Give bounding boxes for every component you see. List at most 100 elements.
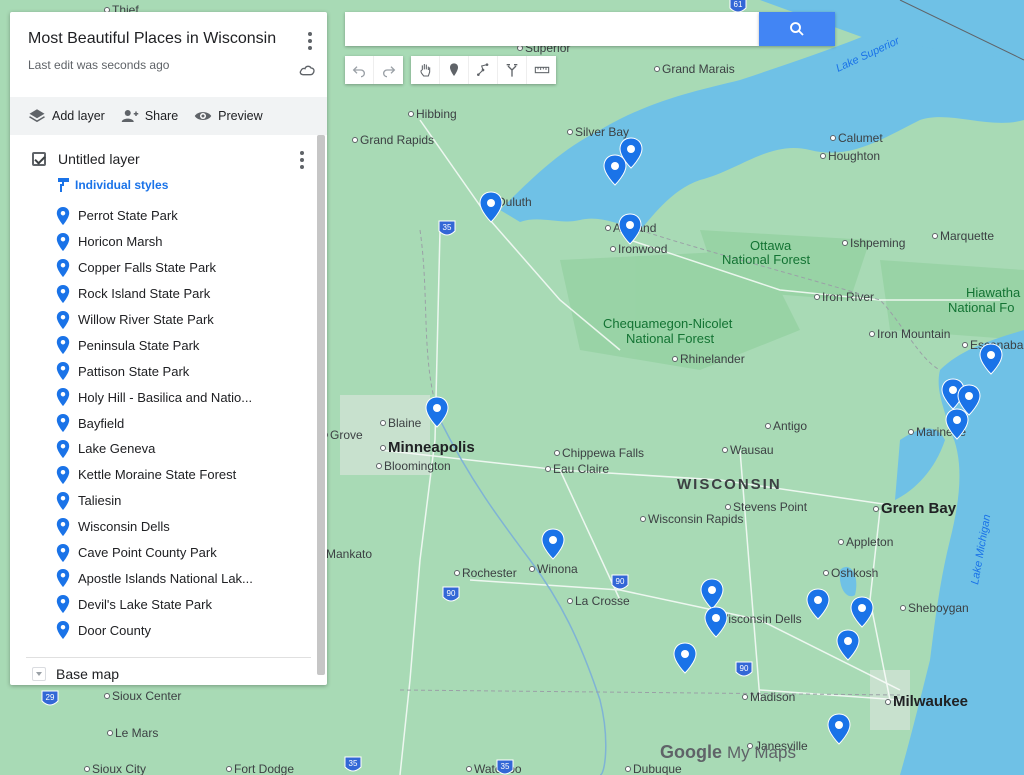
panel-toolbar: Add layer Share Preview: [10, 97, 327, 135]
city-label: Wisconsin Rapids: [648, 512, 743, 526]
place-list-item[interactable]: Taliesin: [10, 488, 327, 514]
map-pin-icon: [56, 439, 70, 458]
city-dot: [885, 699, 891, 705]
highway-shield: 29: [41, 690, 59, 706]
city-dot: [842, 240, 848, 246]
city-label: Houghton: [828, 149, 880, 163]
place-name: Wisconsin Dells: [78, 519, 170, 535]
add-marker-button[interactable]: [440, 56, 469, 84]
base-map-toggle[interactable]: Base map: [10, 658, 327, 682]
map-pin-icon: [56, 621, 70, 640]
city-dot: [554, 450, 560, 456]
city-dot: [725, 504, 731, 510]
place-name: Rock Island State Park: [78, 286, 211, 302]
google-logo: Google: [660, 742, 722, 762]
svg-text:61: 61: [734, 0, 743, 9]
svg-text:90: 90: [740, 664, 749, 673]
individual-styles-link[interactable]: Individual styles: [10, 177, 327, 193]
place-list-item[interactable]: Bayfield: [10, 410, 327, 436]
city-label: Milwaukee: [893, 693, 968, 710]
city-dot: [380, 445, 386, 451]
last-edit-status: Last edit was seconds ago: [28, 58, 170, 72]
city-dot: [104, 693, 110, 699]
city-dot: [605, 225, 611, 231]
city-dot: [567, 598, 573, 604]
place-list-item[interactable]: Door County: [10, 617, 327, 643]
add-layer-label: Add layer: [52, 109, 105, 123]
place-list-item[interactable]: Copper Falls State Park: [10, 255, 327, 281]
place-name: Kettle Moraine State Forest: [78, 467, 237, 483]
directions-button[interactable]: [498, 56, 527, 84]
city-label: Sioux Center: [112, 689, 181, 703]
city-dot: [545, 466, 551, 472]
place-list-item[interactable]: Perrot State Park: [10, 203, 327, 229]
eye-icon: [194, 112, 212, 120]
place-name: Perrot State Park: [78, 208, 178, 224]
city-dot: [610, 246, 616, 252]
undo-button[interactable]: [345, 56, 374, 84]
city-dot: [823, 570, 829, 576]
map-pin-icon: [56, 336, 70, 355]
place-list-item[interactable]: Peninsula State Park: [10, 332, 327, 358]
svg-text:35: 35: [501, 762, 510, 771]
city-label: Mankato: [326, 547, 372, 561]
city-dot: [84, 766, 90, 772]
place-list-item[interactable]: Apostle Islands National Lak...: [10, 565, 327, 591]
place-name: Bayfield: [78, 415, 125, 431]
place-list-item[interactable]: Pattison State Park: [10, 358, 327, 384]
layer-visibility-checkbox[interactable]: [32, 152, 46, 166]
place-list-item[interactable]: Willow River State Park: [10, 307, 327, 333]
city-dot: [838, 539, 844, 545]
draw-line-button[interactable]: [469, 56, 498, 84]
add-layer-button[interactable]: Add layer: [28, 107, 105, 125]
redo-button[interactable]: [374, 56, 403, 84]
city-dot: [529, 566, 535, 572]
city-dot: [107, 730, 113, 736]
city-label: Oshkosh: [831, 566, 878, 580]
preview-label: Preview: [218, 109, 263, 123]
svg-text:35: 35: [443, 223, 452, 232]
city-label: Silver Bay: [575, 125, 629, 139]
search-button[interactable]: [759, 12, 835, 46]
layer-options-icon[interactable]: [299, 151, 305, 169]
place-list-item[interactable]: Wisconsin Dells: [10, 514, 327, 540]
share-label: Share: [144, 109, 179, 123]
svg-text:29: 29: [46, 693, 55, 702]
place-list-item[interactable]: Horicon Marsh: [10, 229, 327, 255]
place-list-item[interactable]: Lake Geneva: [10, 436, 327, 462]
layer-name[interactable]: Untitled layer: [58, 151, 140, 167]
place-list-item[interactable]: Holy Hill - Basilica and Natio...: [10, 384, 327, 410]
search-input[interactable]: [345, 12, 759, 46]
marker-icon: [450, 63, 458, 76]
share-button[interactable]: Share: [121, 107, 178, 125]
panel-scrollbar[interactable]: [317, 135, 325, 675]
hand-tool-button[interactable]: [411, 56, 440, 84]
draw-line-icon: [477, 63, 489, 76]
map-options-icon[interactable]: [307, 32, 313, 50]
city-label: Sioux City: [92, 762, 146, 775]
city-dot: [466, 766, 472, 772]
city-label: Marquette: [940, 229, 994, 243]
directions-icon: [506, 64, 518, 77]
highway-shield: 35: [344, 756, 362, 772]
state-label: WISCONSIN: [677, 476, 782, 493]
map-pin-icon: [56, 465, 70, 484]
place-name: Devil's Lake State Park: [78, 596, 212, 612]
city-label: Grand Rapids: [360, 133, 434, 147]
place-list-item[interactable]: Devil's Lake State Park: [10, 591, 327, 617]
map-title[interactable]: Most Beautiful Places in Wisconsin: [28, 30, 309, 48]
place-list-item[interactable]: Cave Point County Park: [10, 540, 327, 566]
measure-button[interactable]: [527, 56, 556, 84]
place-name: Horicon Marsh: [78, 234, 163, 250]
city-label: Grove: [330, 428, 363, 442]
city-label: Minneapolis: [388, 439, 475, 456]
undo-icon: [352, 66, 365, 78]
place-list-item[interactable]: Kettle Moraine State Forest: [10, 462, 327, 488]
place-name: Holy Hill - Basilica and Natio...: [78, 389, 253, 405]
map-pin-icon: [56, 310, 70, 329]
preview-button[interactable]: Preview: [194, 107, 263, 125]
place-list-item[interactable]: Rock Island State Park: [10, 281, 327, 307]
city-label: Stevens Point: [733, 500, 808, 514]
place-name: Pattison State Park: [78, 363, 190, 379]
city-dot: [380, 420, 386, 426]
